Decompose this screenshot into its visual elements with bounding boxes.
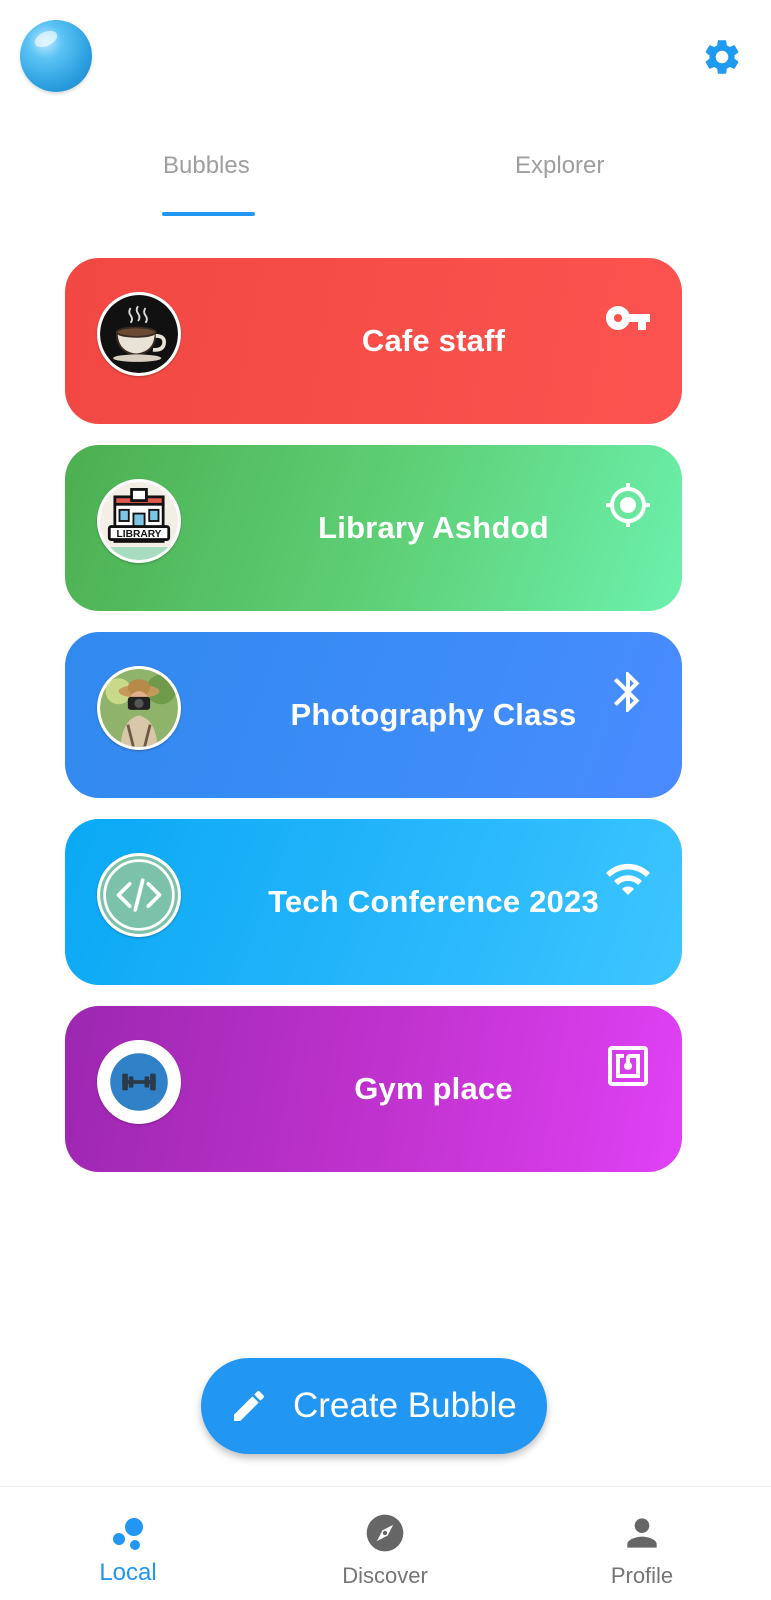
- create-bubble-label: Create Bubble: [293, 1386, 517, 1425]
- nav-discover[interactable]: Discover: [305, 1487, 465, 1600]
- photographer-avatar: [97, 666, 181, 750]
- person-icon: [620, 1511, 664, 1555]
- location-target-icon: [604, 481, 652, 529]
- dumbbell-avatar: [97, 1040, 181, 1124]
- top-tabs: Bubbles Explorer: [0, 140, 771, 220]
- svg-text:LIBRARY: LIBRARY: [117, 529, 162, 540]
- bottom-navigation: Local Discover Profile: [0, 1486, 771, 1600]
- nav-local-label: Local: [99, 1559, 157, 1586]
- settings-button[interactable]: [699, 34, 745, 80]
- bubble-title: Library Ashdod: [318, 510, 549, 545]
- bubble-title: Gym place: [354, 1071, 513, 1106]
- nav-profile-label: Profile: [610, 1563, 674, 1588]
- wifi-icon: [604, 855, 652, 903]
- key-icon: [604, 294, 652, 342]
- tab-explorer[interactable]: Explorer: [515, 152, 604, 180]
- nav-profile[interactable]: Profile: [562, 1487, 722, 1600]
- code-brackets-avatar: [97, 853, 181, 937]
- bluetooth-icon: [604, 668, 652, 716]
- nfc-icon: [604, 1042, 652, 1090]
- bubbles-icon: [106, 1511, 150, 1555]
- bubble-title: Tech Conference 2023: [268, 884, 599, 919]
- bubble-title: Photography Class: [290, 697, 577, 732]
- active-tab-indicator: [162, 212, 255, 216]
- bubble-title: Cafe staff: [361, 323, 506, 358]
- nav-local[interactable]: Local: [48, 1487, 208, 1600]
- library-building-avatar: LIBRARY: [97, 479, 181, 563]
- tab-bubbles[interactable]: Bubbles: [163, 152, 250, 180]
- bubble-card-library-ashdod[interactable]: LIBRARY Library Ashdod: [65, 445, 682, 611]
- compass-icon: [363, 1511, 407, 1555]
- bubble-card-photography-class[interactable]: Photography Class: [65, 632, 682, 798]
- create-bubble-button[interactable]: Create Bubble: [201, 1358, 547, 1454]
- bubble-logo-icon: [20, 20, 92, 92]
- bubble-card-cafe-staff[interactable]: Cafe staff: [65, 258, 682, 424]
- gear-icon: [705, 40, 739, 74]
- pencil-icon: [234, 1390, 265, 1421]
- bubble-card-gym-place[interactable]: Gym place: [65, 1006, 682, 1172]
- bubble-card-tech-conference-2023[interactable]: Tech Conference 2023: [65, 819, 682, 985]
- coffee-cup-avatar: [97, 292, 181, 376]
- nav-discover-label: Discover: [342, 1563, 428, 1588]
